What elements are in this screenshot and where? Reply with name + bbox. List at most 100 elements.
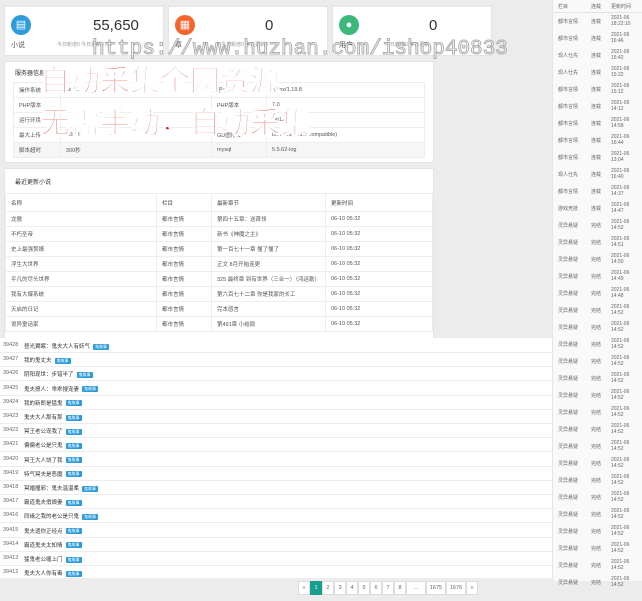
novel-name[interactable]: 诡异童话家	[5, 316, 157, 332]
chapter-row[interactable]: 39416 同缘之我的老公是只鬼 鬼故事	[0, 508, 552, 524]
pagination-next[interactable]: »	[466, 581, 478, 595]
chapter-title[interactable]: 我的鬼丈夫 鬼故事	[24, 356, 71, 364]
chapter-row[interactable]: 39424 我的新郎是猛鬼 鬼故事	[0, 395, 552, 410]
chapter-title[interactable]: 特气冥夫是恶魔 鬼故事	[24, 470, 82, 478]
pagination-page: ...	[406, 581, 426, 595]
chapter-title-text[interactable]: 猛鬼老公缠上门	[24, 557, 63, 563]
chapter-row[interactable]: 39418 冥婚撞邪：鬼夫温温柔 鬼故事	[0, 480, 552, 495]
right-row-time: 2021-06 14:52	[611, 508, 630, 520]
novel-category: 都市言情	[156, 316, 212, 332]
right-list-row: 灵异悬疑 完结 2021-06 14:52	[553, 523, 642, 540]
novel-name[interactable]: 平凡的尽头世界	[5, 271, 157, 287]
chapter-title[interactable]: 鬼夫遗你正经点 鬼故事	[24, 527, 82, 535]
novel-row[interactable]: 龙傲 都市言情 第四十五章：送首领 06-10 05:32	[5, 211, 434, 227]
chapter-title-text[interactable]: 霸道鬼夫太知情	[24, 543, 63, 549]
right-row-status: 完结	[591, 563, 602, 569]
right-row-status: 连载	[591, 138, 602, 144]
chapter-title[interactable]: 霸道鬼夫俏娘妻 鬼故事	[24, 498, 82, 506]
chapter-title-text[interactable]: 冥王大人饶了我	[24, 458, 63, 464]
chapter-title-text[interactable]: 鬼夫撩人：乖乖搜宠妻	[24, 387, 79, 393]
chapter-title[interactable]: 霸道鬼夫太知情 鬼故事	[24, 541, 82, 549]
chapter-row[interactable]: 39425 鬼夫撩人：乖乖搜宠妻 鬼故事	[0, 381, 552, 396]
novel-name[interactable]: 天启的日记	[5, 301, 157, 317]
novel-row[interactable]: 史上最强赘婿 都市言情 第一百七十一章 懂了懂了 06-10 05:32	[5, 241, 434, 257]
chapter-row[interactable]: 39419 特气冥夫是恶魔 鬼故事	[0, 466, 552, 481]
chapter-title-text[interactable]: 鬼夫大人那有那	[24, 415, 63, 421]
novel-name[interactable]: 我有大爆系统	[5, 286, 157, 302]
pagination-page[interactable]: 4	[346, 581, 358, 595]
right-row-category: 现人仕先	[558, 70, 579, 76]
chapter-id: 39414	[3, 540, 19, 547]
novel-name[interactable]: 龙傲	[5, 211, 157, 227]
chapter-row[interactable]: 39426 阴阳现世：步错半了 鬼故事	[0, 366, 552, 382]
right-row-status: 连载	[591, 121, 602, 127]
novel-row[interactable]: 我有大爆系统 都市言情 第六百七十二章 你是我家的长工 06-10 05:32	[5, 286, 434, 302]
chapter-title-text[interactable]: 偏偏老公是只鬼	[24, 443, 63, 449]
chapter-title[interactable]: 阴阳现世：步错半了 鬼故事	[24, 370, 93, 378]
pagination-page[interactable]: 8	[394, 581, 406, 595]
right-row-time: 2021-06 14:52	[611, 525, 630, 537]
chapter-row[interactable]: 39427 我的鬼丈夫 鬼故事	[0, 352, 552, 368]
pagination-page[interactable]: 5	[358, 581, 370, 595]
chapter-title-text[interactable]: 鬼夫大人你有毒	[24, 571, 63, 577]
chapter-title-text[interactable]: 同缘之我的老公是只鬼	[24, 514, 79, 520]
right-row-status: 完结	[591, 546, 602, 552]
right-row-category: 灵异悬疑	[558, 580, 579, 586]
right-row-category: 灵异悬疑	[558, 274, 579, 280]
chapter-title[interactable]: 猛鬼老公缠上门 鬼故事	[24, 555, 82, 563]
col-time: 更新时间	[324, 193, 434, 212]
pagination-prev[interactable]: «	[298, 581, 310, 595]
chapter-title-text[interactable]: 我的新郎是猛鬼	[24, 401, 63, 407]
novel-row[interactable]: 不朽圣帝 都市言情 新书《神魔之主》 06-10 05:32	[5, 226, 434, 242]
pagination-page[interactable]: 6	[370, 581, 382, 595]
col-latest: 最新章节	[211, 193, 326, 212]
novel-latest-chapter: 第四十五章：送首领	[211, 211, 326, 227]
chapter-title[interactable]: 同缘之我的老公是只鬼 鬼故事	[24, 512, 99, 520]
right-row-status: 连载	[591, 36, 602, 42]
chapter-title[interactable]: 偏偏老公是只鬼 鬼故事	[24, 441, 82, 449]
chapter-title-text[interactable]: 鬼夫遗你正经点	[24, 529, 63, 535]
chapter-title-text[interactable]: 冥婚撞邪：鬼夫温温柔	[24, 486, 79, 492]
chapter-row[interactable]: 39421 偏偏老公是只鬼 鬼故事	[0, 437, 552, 453]
chapter-row[interactable]: 39420 冥王大人饶了我 鬼故事	[0, 452, 552, 467]
novel-category: 都市言情	[156, 226, 212, 242]
chapter-row[interactable]: 39412 鬼夫大人你有毒 鬼故事	[0, 565, 552, 581]
right-row-category: 灵异悬疑	[558, 342, 579, 348]
chapter-title[interactable]: 我的新郎是猛鬼 鬼故事	[24, 399, 82, 407]
chapter-title[interactable]: 冥王大人饶了我 鬼故事	[24, 456, 82, 464]
chapter-title-text[interactable]: 阴阳现世：步错半了	[24, 372, 74, 378]
chapter-title[interactable]: 鬼夫大人你有毒 鬼故事	[24, 569, 82, 577]
chapter-row[interactable]: 39414 霸道鬼夫太知情 鬼故事	[0, 537, 552, 552]
novel-name[interactable]: 不朽圣帝	[5, 226, 157, 242]
novel-row[interactable]: 平凡的尽头世界 都市言情 325 最终章 到有世界（三合一）（鸿运勒） 06-10 0…	[5, 271, 434, 287]
chapter-row[interactable]: 39423 鬼夫大人那有那 鬼故事	[0, 409, 552, 424]
chapter-title[interactable]: 昼光翼眠：鬼夫大人有妖气 鬼故事	[24, 342, 110, 350]
chapter-row[interactable]: 39417 霸道鬼夫俏娘妻 鬼故事	[0, 494, 552, 510]
novel-name[interactable]: 浮生大世界	[5, 256, 157, 272]
chapter-title[interactable]: 冥王老公宠我了 鬼故事	[24, 427, 82, 435]
pagination-page[interactable]: 1	[310, 581, 322, 595]
pagination-page[interactable]: 1676	[446, 581, 466, 595]
chapter-row[interactable]: 39428 昼光翼眠：鬼夫大人有妖气 鬼故事	[0, 338, 552, 353]
chapter-row[interactable]: 39422 冥王老公宠我了 鬼故事	[0, 423, 552, 439]
novel-row[interactable]: 浮生大世界 都市言情 正文 8月开始连更 06-10 05:32	[5, 256, 434, 272]
chapter-title[interactable]: 冥婚撞邪：鬼夫温温柔 鬼故事	[24, 484, 99, 492]
pagination-page[interactable]: 3	[334, 581, 346, 595]
pagination-page[interactable]: 7	[382, 581, 394, 595]
chapter-title-text[interactable]: 特气冥夫是恶魔	[24, 472, 63, 478]
chapter-title[interactable]: 鬼夫撩人：乖乖搜宠妻 鬼故事	[24, 385, 99, 393]
chapter-title[interactable]: 鬼夫大人那有那 鬼故事	[24, 413, 82, 421]
novel-row[interactable]: 天启的日记 都市言情 完本感言 06-10 05:32	[5, 301, 434, 317]
chapter-row[interactable]: 39415 鬼夫遗你正经点 鬼故事	[0, 523, 552, 538]
chapter-title-text[interactable]: 我的鬼丈夫	[24, 358, 52, 364]
right-row-time: 2021-06 14:52	[611, 389, 630, 401]
right-list-row: 都市言情 连载 2021-06 13:04	[553, 149, 642, 166]
novel-row[interactable]: 诡异童话家 都市言情 第491章 小结局 06-10 05:32	[5, 316, 434, 332]
chapter-row[interactable]: 39413 猛鬼老公缠上门 鬼故事	[0, 551, 552, 566]
chapter-title-text[interactable]: 霸道鬼夫俏娘妻	[24, 500, 63, 506]
chapter-title-text[interactable]: 昼光翼眠：鬼夫大人有妖气	[24, 344, 90, 350]
pagination-page[interactable]: 1675	[426, 581, 446, 595]
novel-name[interactable]: 史上最强赘婿	[5, 241, 157, 257]
chapter-title-text[interactable]: 冥王老公宠我了	[24, 429, 63, 435]
pagination-page[interactable]: 2	[322, 581, 334, 595]
